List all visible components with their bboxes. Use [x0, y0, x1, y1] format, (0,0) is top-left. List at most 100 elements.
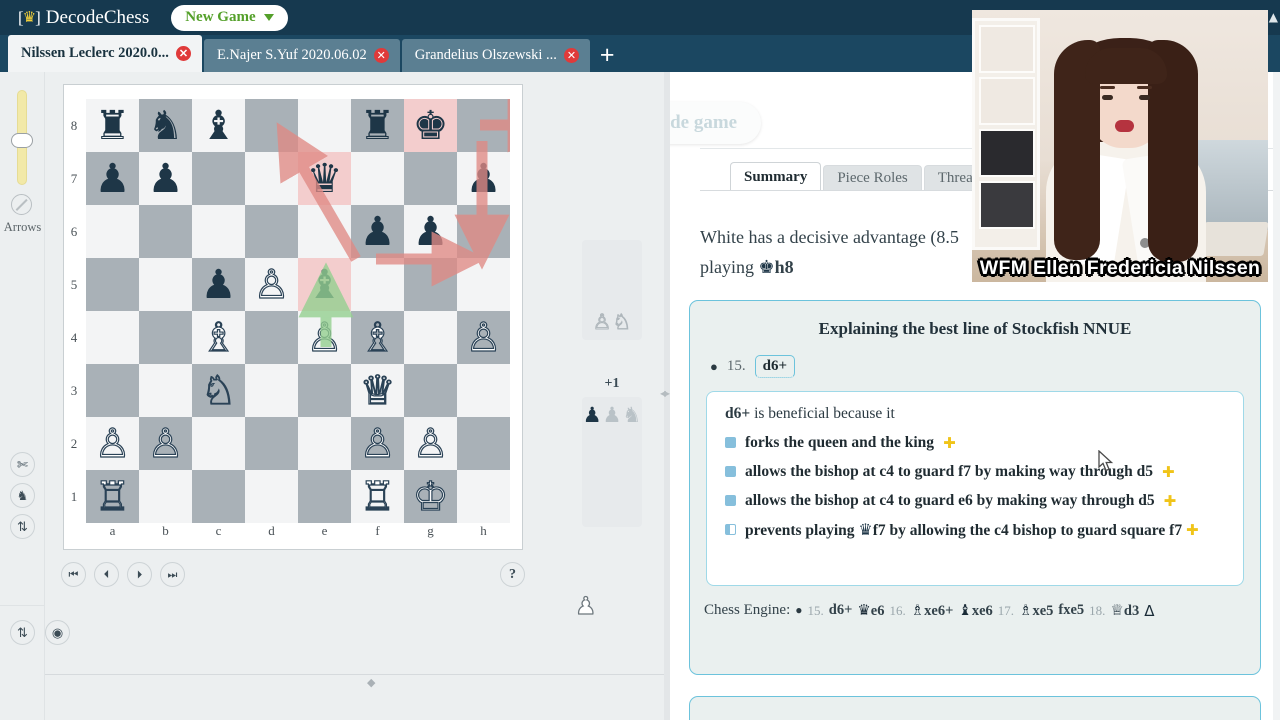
chess-piece[interactable]: ♕ — [359, 370, 396, 411]
board-square-d2[interactable] — [245, 417, 298, 470]
chess-piece[interactable]: ♔ — [412, 476, 449, 517]
slider-thumb[interactable] — [11, 133, 33, 148]
chess-piece[interactable]: ♙ — [359, 423, 396, 464]
engine-move[interactable]: d6+ — [829, 602, 853, 619]
move-chip[interactable]: d6+ — [754, 355, 795, 378]
board-square-a3[interactable] — [86, 364, 139, 417]
chess-board[interactable]: ♜ ♞ ♝ ♜ ♚ ♟ ♟ ♛ ♟ ♟ ♟ ♟ ♙ ♝ ♗ ♙ ♗ ♙ ♘ ♕ ♙ ♙ ♙ ♙ ♖ ♖ ♔ — [86, 99, 510, 523]
chess-piece[interactable]: ♜ — [95, 106, 131, 146]
engine-move[interactable]: ♗xe6+ — [911, 601, 954, 620]
no-arrows-icon[interactable] — [11, 194, 32, 215]
board-square-a7[interactable]: ♟ — [86, 152, 139, 205]
board-square-c7[interactable] — [192, 152, 245, 205]
board-square-e1[interactable] — [298, 470, 351, 523]
add-tab-button[interactable]: + — [600, 43, 615, 68]
chess-piece[interactable]: ♚ — [413, 106, 449, 146]
board-square-d6[interactable] — [245, 205, 298, 258]
board-square-h2[interactable] — [457, 417, 510, 470]
chess-piece[interactable]: ♟ — [360, 212, 396, 252]
board-square-b2[interactable]: ♙ — [139, 417, 192, 470]
board-square-c6[interactable] — [192, 205, 245, 258]
board-square-c4[interactable]: ♗ — [192, 311, 245, 364]
chess-piece[interactable]: ♙ — [306, 317, 343, 358]
board-square-f8[interactable]: ♜ — [351, 99, 404, 152]
board-square-b8[interactable]: ♞ — [139, 99, 192, 152]
engine-move[interactable]: ♗xe5 — [1019, 601, 1053, 620]
board-square-f6[interactable]: ♟ — [351, 205, 404, 258]
board-square-a8[interactable]: ♜ — [86, 99, 139, 152]
scissors-icon[interactable]: ✄ — [10, 452, 35, 477]
board-square-g3[interactable] — [404, 364, 457, 417]
board-square-d1[interactable] — [245, 470, 298, 523]
next-explanation-card[interactable] — [689, 696, 1261, 720]
scroll-up-icon[interactable]: ▲ — [1269, 10, 1278, 24]
board-square-a6[interactable] — [86, 205, 139, 258]
engine-move[interactable]: ♕d3 — [1110, 601, 1139, 620]
board-square-f2[interactable]: ♙ — [351, 417, 404, 470]
board-square-d8[interactable] — [245, 99, 298, 152]
step-back-button[interactable]: ⏴ — [94, 562, 119, 587]
board-square-f4[interactable]: ♗ — [351, 311, 404, 364]
reason-item[interactable]: allows the bishop at c4 to guard f7 by m… — [725, 461, 1231, 483]
decode-game-button[interactable]: Decode game — [670, 102, 762, 144]
board-square-e7[interactable]: ♛ — [298, 152, 351, 205]
go-end-button[interactable]: ⏭ — [160, 562, 185, 587]
brand-logo[interactable]: [♛] DecodeChess — [18, 7, 149, 29]
chess-piece[interactable]: ♖ — [359, 476, 396, 517]
chess-piece[interactable]: ♜ — [360, 106, 396, 146]
chess-piece[interactable]: ♙ — [253, 264, 290, 305]
reason-item[interactable]: prevents playing ♛f7 by allowing the c4 … — [725, 519, 1231, 542]
sort-arrows-icon[interactable]: ⇅ — [10, 514, 35, 539]
chess-piece[interactable]: ♙ — [94, 423, 131, 464]
chess-piece[interactable]: ♟ — [413, 212, 449, 252]
knight-swap-icon[interactable]: ♞ — [10, 483, 35, 508]
board-square-e8[interactable] — [298, 99, 351, 152]
close-icon[interactable]: ✕ — [175, 46, 191, 61]
board-square-a4[interactable] — [86, 311, 139, 364]
chess-piece[interactable]: ♖ — [94, 476, 131, 517]
flip-board-icon[interactable]: ⇅ — [10, 620, 35, 645]
board-square-e5[interactable]: ♝ — [298, 258, 351, 311]
board-square-b7[interactable]: ♟ — [139, 152, 192, 205]
chess-piece[interactable]: ♟ — [466, 159, 502, 199]
board-square-g2[interactable]: ♙ — [404, 417, 457, 470]
board-square-f7[interactable] — [351, 152, 404, 205]
splitter-handle-icon[interactable]: ◂▸ — [660, 386, 670, 401]
board-square-h1[interactable] — [457, 470, 510, 523]
board-square-d3[interactable] — [245, 364, 298, 417]
board-square-b5[interactable] — [139, 258, 192, 311]
chess-piece[interactable]: ♝ — [307, 265, 343, 305]
game-tab-2[interactable]: Grandelius Olszewski ... ✕ — [401, 39, 590, 72]
go-start-button[interactable]: ⏮ — [61, 562, 86, 587]
board-square-h7[interactable]: ♟ — [457, 152, 510, 205]
board-square-c5[interactable]: ♟ — [192, 258, 245, 311]
board-square-b3[interactable] — [139, 364, 192, 417]
board-square-g5[interactable] — [404, 258, 457, 311]
chess-piece[interactable]: ♟ — [201, 265, 237, 305]
board-square-f1[interactable]: ♖ — [351, 470, 404, 523]
board-square-g4[interactable] — [404, 311, 457, 364]
close-icon[interactable]: ✕ — [373, 48, 389, 63]
close-icon[interactable]: ✕ — [563, 48, 579, 63]
board-square-h5[interactable] — [457, 258, 510, 311]
board-square-g8[interactable]: ♚ — [404, 99, 457, 152]
board-square-e6[interactable] — [298, 205, 351, 258]
board-square-g6[interactable]: ♟ — [404, 205, 457, 258]
board-square-c8[interactable]: ♝ — [192, 99, 245, 152]
engine-move-black[interactable]: fxe5 — [1058, 602, 1084, 619]
board-square-c3[interactable]: ♘ — [192, 364, 245, 417]
chess-piece[interactable]: ♙ — [465, 317, 502, 358]
chess-piece[interactable]: ♛ — [307, 159, 343, 199]
board-square-e3[interactable] — [298, 364, 351, 417]
board-square-b1[interactable] — [139, 470, 192, 523]
engine-move-black[interactable]: ♝xe6 — [958, 601, 992, 620]
new-game-button[interactable]: New Game — [171, 4, 288, 31]
arrows-opacity-slider[interactable] — [11, 90, 33, 185]
panel-resize-handle[interactable]: ◆ — [367, 676, 375, 689]
chess-piece[interactable]: ♝ — [201, 106, 237, 146]
board-square-e4[interactable]: ♙ — [298, 311, 351, 364]
chess-piece[interactable]: ♙ — [147, 423, 184, 464]
chess-piece[interactable]: ♞ — [148, 106, 184, 146]
chess-piece[interactable]: ♙ — [412, 423, 449, 464]
chess-piece[interactable]: ♟ — [148, 159, 184, 199]
